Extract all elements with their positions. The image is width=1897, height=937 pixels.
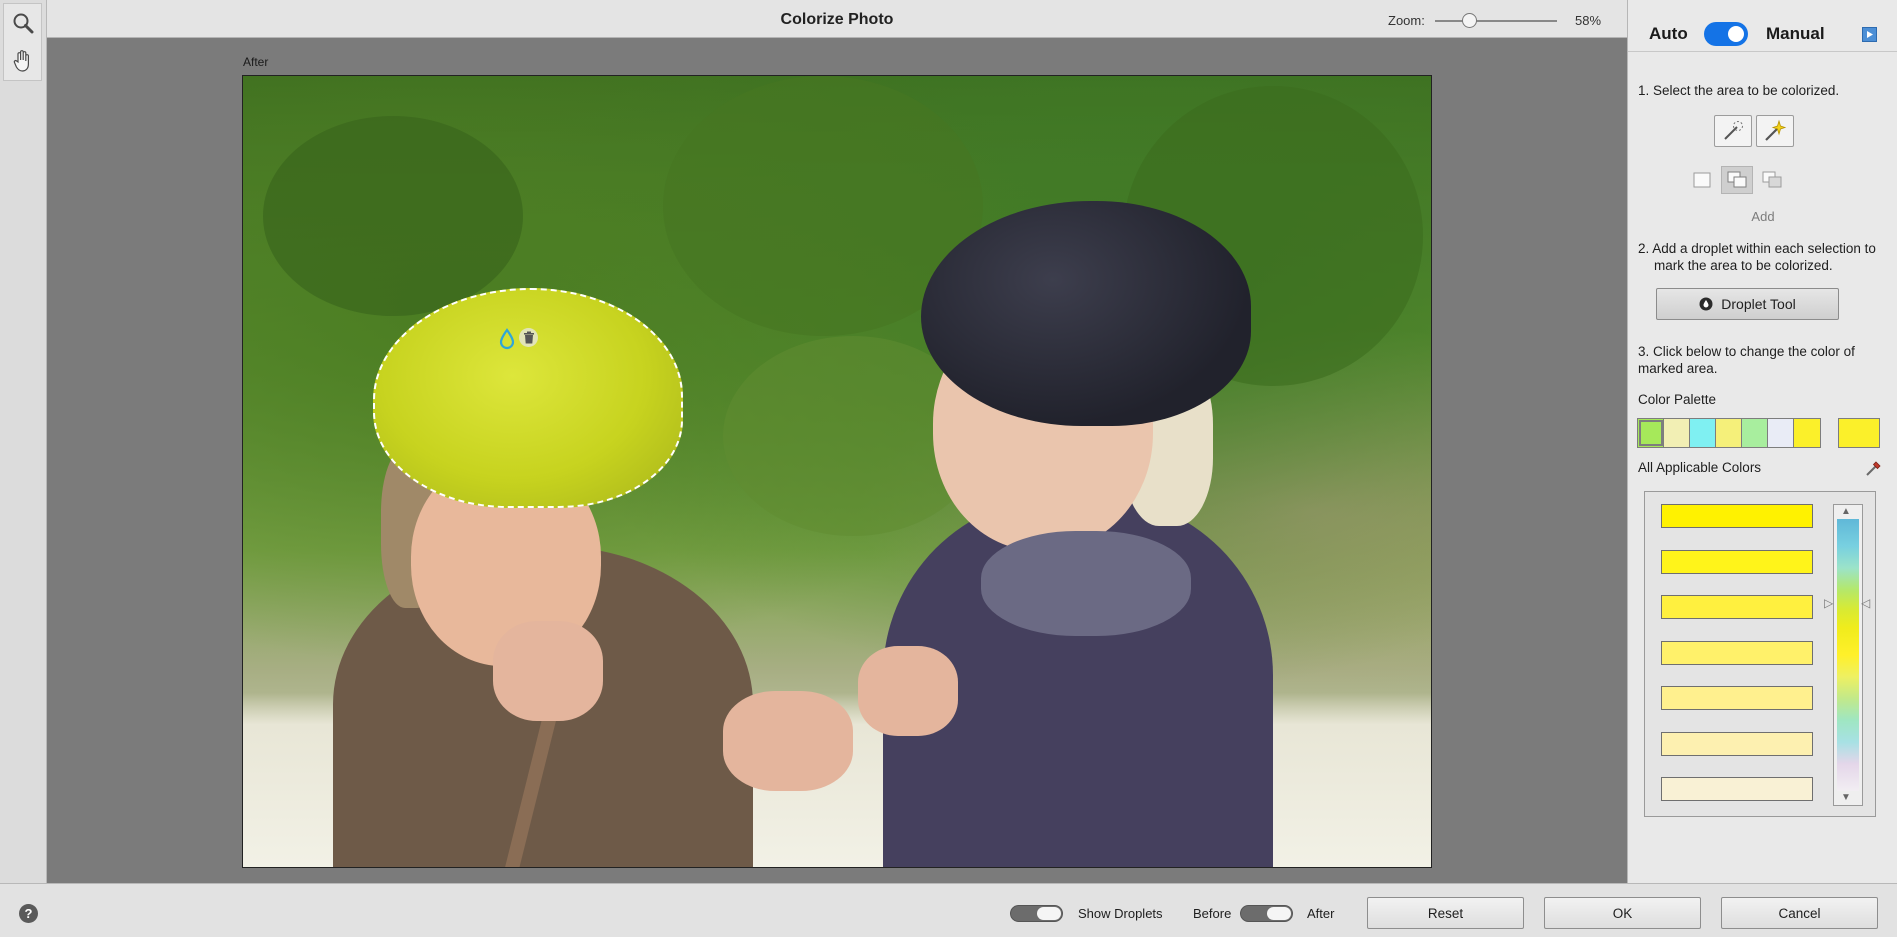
foliage: [263, 116, 523, 316]
zoom-tool-button[interactable]: [4, 4, 41, 42]
droplet-marker-icon[interactable]: [499, 328, 515, 350]
ok-button[interactable]: OK: [1544, 897, 1701, 929]
applicable-color-option[interactable]: [1661, 686, 1813, 710]
color-spectrum-slider[interactable]: ▲ ▼: [1833, 504, 1863, 806]
step-2-line-2: mark the area to be colorized.: [1654, 258, 1833, 273]
reset-button[interactable]: Reset: [1367, 897, 1524, 929]
eyedropper-icon[interactable]: [1864, 458, 1884, 478]
zoom-slider-track[interactable]: [1435, 20, 1557, 22]
manual-mode-label[interactable]: Manual: [1766, 24, 1825, 44]
quick-selection-tool-button[interactable]: [1714, 115, 1752, 147]
applicable-color-option[interactable]: [1661, 504, 1813, 528]
right-girl-hands: [858, 646, 958, 736]
spectrum-right-pointer-icon[interactable]: ◁: [1861, 596, 1870, 610]
show-droplets-toggle[interactable]: [1010, 905, 1063, 922]
auto-mode-label[interactable]: Auto: [1649, 24, 1688, 44]
toggle-knob: [1267, 907, 1291, 920]
cancel-button[interactable]: Cancel: [1721, 897, 1878, 929]
after-label: After: [1307, 906, 1335, 921]
applicable-colors-box: ▲ ▼ ▷ ◁: [1644, 491, 1876, 817]
palette-swatch[interactable]: [1664, 419, 1690, 447]
palette-swatch[interactable]: [1768, 419, 1794, 447]
spectrum-left-pointer-icon[interactable]: ▷: [1824, 596, 1833, 610]
applicable-color-option[interactable]: [1661, 777, 1813, 801]
selected-hat-region[interactable]: [373, 288, 683, 508]
subtract-selection-icon: [1762, 171, 1782, 188]
hand-icon: [13, 50, 29, 72]
mode-row: Auto Manual: [1628, 0, 1897, 52]
add-selection-icon: [1727, 171, 1747, 188]
palette-swatch[interactable]: [1716, 419, 1742, 447]
droplet-icon: [1699, 297, 1713, 311]
show-droplets-label: Show Droplets: [1078, 906, 1163, 921]
applicable-color-option[interactable]: [1661, 731, 1813, 756]
magnifier-icon: [13, 13, 33, 34]
spectrum-down-arrow-icon[interactable]: ▼: [1841, 793, 1851, 803]
right-girl-hands: [723, 691, 853, 791]
subtract-from-selection-mode-button[interactable]: [1756, 166, 1788, 194]
toggle-knob: [1728, 26, 1744, 42]
before-label: Before: [1193, 906, 1232, 921]
left-girl-hands: [493, 621, 603, 721]
palette-swatch[interactable]: [1794, 419, 1820, 447]
step-3-text: 3. Click below to change the color of ma…: [1638, 343, 1855, 377]
before-after-toggle[interactable]: [1240, 905, 1293, 922]
palette-swatch[interactable]: [1742, 419, 1768, 447]
color-spectrum[interactable]: [1837, 519, 1859, 791]
applicable-color-option[interactable]: [1661, 595, 1813, 619]
photo-canvas[interactable]: [242, 75, 1432, 868]
selection-mode-label: Add: [1751, 209, 1775, 224]
current-color-swatch[interactable]: [1838, 418, 1880, 448]
right-girl-scarf: [981, 531, 1191, 636]
title-bar: Colorize Photo Zoom: 58%: [47, 0, 1627, 38]
step-2-line-1: 2. Add a droplet within each selection t…: [1638, 241, 1876, 256]
magic-wand-tool-button[interactable]: [1756, 115, 1794, 147]
applicable-color-option[interactable]: [1661, 640, 1813, 665]
step-3-line-2: marked area.: [1638, 361, 1718, 376]
palette-swatch[interactable]: [1638, 419, 1664, 447]
droplet-tool-button[interactable]: Droplet Tool: [1656, 288, 1839, 320]
auto-manual-toggle[interactable]: [1704, 22, 1748, 46]
spectrum-up-arrow-icon[interactable]: ▲: [1841, 507, 1851, 517]
zoom-value: 58%: [1575, 13, 1602, 28]
step-2-text: 2. Add a droplet within each selection t…: [1638, 240, 1876, 274]
right-girl-beret: [921, 201, 1251, 426]
zoom-slider-thumb[interactable]: [1462, 13, 1477, 28]
zoom-label: Zoom:: [1388, 13, 1425, 28]
color-palette: [1637, 418, 1821, 448]
palette-swatch[interactable]: [1690, 419, 1716, 447]
add-to-selection-mode-button[interactable]: [1721, 166, 1753, 194]
colorize-panel: Auto Manual 1. Select the area to be col…: [1627, 0, 1897, 883]
new-selection-mode-button[interactable]: [1686, 166, 1718, 194]
hand-tool-button[interactable]: [4, 42, 41, 80]
view-label: After: [243, 55, 269, 69]
applicable-color-option[interactable]: [1661, 549, 1813, 574]
trash-icon[interactable]: [519, 328, 538, 347]
step-3-line-1: 3. Click below to change the color of: [1638, 344, 1855, 359]
help-icon[interactable]: ?: [19, 904, 38, 923]
bottom-bar: ? Show Droplets Before After Reset OK Ca…: [0, 883, 1897, 937]
play-video-icon[interactable]: [1862, 27, 1877, 42]
toggle-knob: [1037, 907, 1061, 920]
new-selection-icon: [1693, 172, 1711, 188]
tool-group: [3, 3, 42, 81]
step-1-text: 1. Select the area to be colorized.: [1638, 83, 1840, 98]
tool-strip: [0, 0, 47, 883]
quick-selection-icon: [1724, 121, 1743, 140]
color-palette-label: Color Palette: [1638, 392, 1717, 407]
all-applicable-colors-label: All Applicable Colors: [1638, 460, 1762, 475]
magic-wand-icon: [1765, 119, 1787, 141]
droplet-tool-label: Droplet Tool: [1721, 296, 1796, 312]
